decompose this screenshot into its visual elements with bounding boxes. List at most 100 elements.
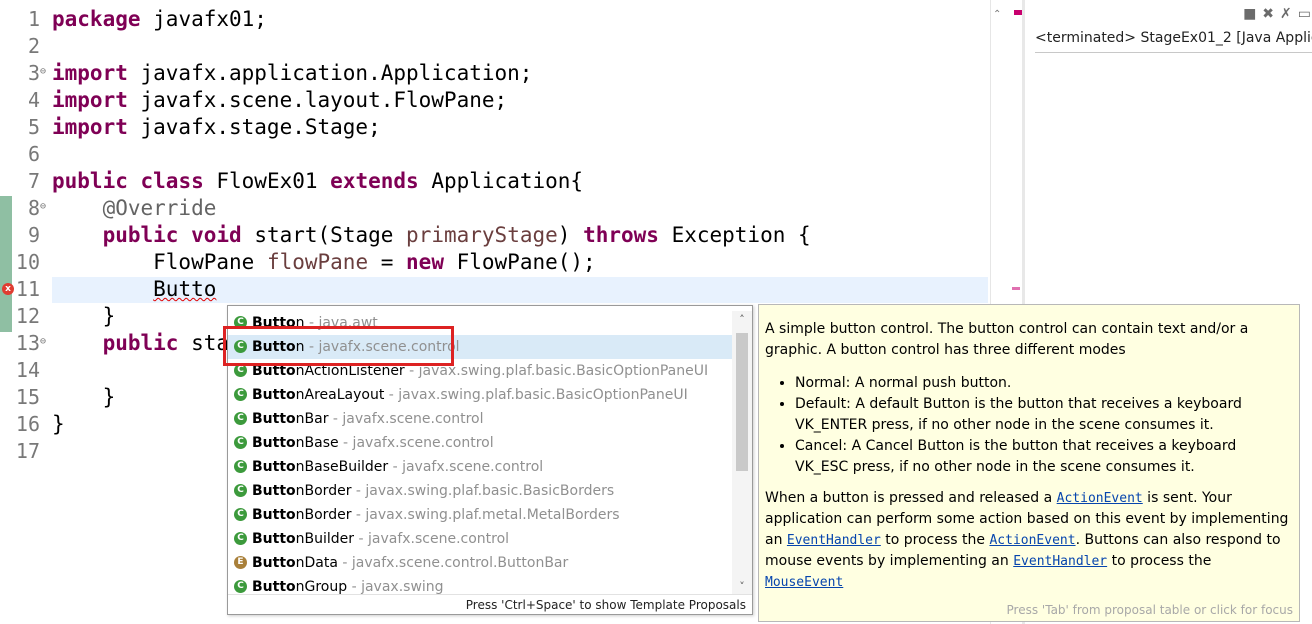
code-text[interactable]: public class FlowEx01 extends Applicatio…: [52, 168, 583, 195]
mouse-event-link[interactable]: MouseEvent: [765, 575, 843, 590]
code-line[interactable]: 4 import javafx.scene.layout.FlowPane;: [0, 87, 990, 114]
code-line[interactable]: 8 ⊖ @Override: [0, 195, 990, 222]
javadoc-hover[interactable]: A simple button control. The button cont…: [758, 304, 1300, 622]
code-token: }: [52, 304, 116, 328]
line-number: 16: [15, 412, 40, 436]
proposal-item[interactable]: C ButtonBase - javafx.scene.control: [228, 431, 732, 455]
scroll-down-arrow[interactable]: ˅: [732, 580, 752, 593]
code-token: }: [52, 385, 116, 409]
code-token: import: [52, 61, 128, 85]
code-line[interactable]: 3 ⊖ import javafx.application.Application;: [0, 60, 990, 87]
code-text[interactable]: import javafx.scene.layout.FlowPane;: [52, 87, 507, 114]
code-text[interactable]: }: [52, 384, 116, 411]
code-text[interactable]: public sta: [52, 330, 229, 357]
terminate-icon[interactable]: ■: [1243, 6, 1256, 26]
proposal-package: - javax.swing.plaf.basic.BasicOptionPane…: [384, 387, 688, 403]
proposal-item[interactable]: E ButtonData - javafx.scene.control.Butto…: [228, 551, 732, 575]
code-token: javafx.application.Application;: [127, 61, 533, 85]
code-line[interactable]: 7 public class FlowEx01 extends Applicati…: [0, 168, 990, 195]
code-token: sta: [178, 331, 230, 355]
doc-footer-hint: Press 'Tab' from proposal table or click…: [1006, 603, 1293, 617]
code-token: javafx.scene.layout.FlowPane;: [127, 88, 508, 112]
code-text[interactable]: import javafx.stage.Stage;: [52, 114, 381, 141]
code-token: void: [191, 223, 242, 247]
proposal-package: - javafx.scene.control: [328, 411, 484, 427]
code-token: Application{: [418, 169, 584, 193]
code-line[interactable]: 10 FlowPane flowPane = new FlowPane();: [0, 249, 990, 276]
doc-paragraph: When a button is pressed and released a …: [765, 488, 1291, 593]
proposal-package: - javafx.scene.control: [338, 435, 494, 451]
class-icon: C: [234, 508, 247, 521]
console-view-icon[interactable]: ▭: [1298, 6, 1311, 26]
error-line-marker[interactable]: [1012, 287, 1020, 290]
fold-toggle-icon[interactable]: ⊖: [40, 201, 46, 212]
code-text[interactable]: }: [52, 303, 116, 330]
doc-text: When a button is pressed and released a: [765, 490, 1057, 506]
error-icon[interactable]: x: [2, 283, 14, 295]
proposal-name-rest: nGroup: [295, 579, 348, 595]
action-event-link[interactable]: ActionEvent: [989, 533, 1075, 548]
class-icon: C: [234, 388, 247, 401]
proposal-match: Butto: [252, 579, 296, 595]
proposal-match: Butto: [252, 483, 296, 499]
line-number: 8: [27, 196, 40, 220]
code-text[interactable]: package javafx01;: [52, 6, 267, 33]
proposal-name-rest: nData: [295, 555, 338, 571]
proposal-item[interactable]: C ButtonBar - javafx.scene.control: [228, 407, 732, 431]
proposal-item[interactable]: C ButtonBorder - javax.swing.plaf.basic.B…: [228, 479, 732, 503]
proposal-package: - javax.swing: [347, 579, 444, 595]
proposal-item[interactable]: C ButtonAreaLayout - javax.swing.plaf.bas…: [228, 383, 732, 407]
remove-all-icon[interactable]: ✗: [1280, 6, 1292, 26]
code-token: Exception {: [658, 223, 811, 247]
proposal-item[interactable]: C ButtonBorder - javax.swing.plaf.metal.M…: [228, 503, 732, 527]
line-number: 17: [15, 439, 40, 463]
error-overview-marker[interactable]: [1014, 10, 1022, 15]
fold-toggle-icon[interactable]: ⊖: [40, 66, 46, 77]
scroll-up-arrow[interactable]: ˄: [732, 313, 752, 326]
line-number: 3: [27, 61, 40, 85]
event-handler-link[interactable]: EventHandler: [787, 533, 881, 548]
proposal-scrollbar[interactable]: ˄ ˅: [732, 311, 752, 595]
code-line[interactable]: 1 package javafx01;: [0, 6, 990, 33]
console-divider: [1035, 52, 1312, 53]
proposal-match: Butto: [252, 459, 296, 475]
code-line[interactable]: 9 public void start(Stage primaryStage) …: [0, 222, 990, 249]
code-text[interactable]: public void start(Stage primaryStage) th…: [52, 222, 811, 249]
proposal-footer: Press 'Ctrl+Space' to show Template Prop…: [228, 594, 752, 614]
proposal-package: - javafx.scene.control.ButtonBar: [337, 555, 569, 571]
code-token: javafx01;: [140, 7, 267, 31]
proposal-item[interactable]: C ButtonGroup - javax.swing: [228, 575, 732, 595]
doc-mode-list: Normal: A normal push button.Default: A …: [765, 373, 1291, 478]
event-handler-link[interactable]: EventHandler: [1013, 554, 1107, 569]
code-token: package: [52, 7, 141, 31]
class-icon: C: [234, 460, 247, 473]
scroll-up-icon[interactable]: ⌃: [993, 9, 1001, 20]
proposal-package: - javax.swing.plaf.basic.BasicBorders: [351, 483, 615, 499]
proposal-item[interactable]: C ButtonBaseBuilder - javafx.scene.contro…: [228, 455, 732, 479]
code-text[interactable]: @Override: [52, 195, 217, 222]
class-icon: C: [234, 532, 247, 545]
code-text[interactable]: FlowPane flowPane = new FlowPane();: [52, 249, 596, 276]
proposal-item[interactable]: C ButtonBuilder - javafx.scene.control: [228, 527, 732, 551]
proposal-match: Butto: [252, 411, 296, 427]
action-event-link[interactable]: ActionEvent: [1057, 491, 1143, 506]
enum-icon: E: [234, 556, 247, 569]
code-line[interactable]: 2: [0, 33, 990, 60]
fold-toggle-icon[interactable]: ⊖: [40, 336, 46, 347]
code-text[interactable]: }: [52, 411, 65, 438]
remove-launch-icon[interactable]: ✖: [1262, 6, 1274, 26]
line-number: 10: [15, 250, 40, 274]
code-text[interactable]: Butto: [52, 276, 216, 303]
class-icon: C: [234, 436, 247, 449]
code-token: public: [102, 223, 179, 247]
code-text[interactable]: import javafx.application.Application;: [52, 60, 532, 87]
line-number: 13: [15, 331, 40, 355]
code-token: Butto: [153, 277, 217, 301]
code-line[interactable]: 6: [0, 141, 990, 168]
doc-text: to process the: [880, 532, 990, 548]
code-line[interactable]: 11 Butto: [0, 276, 990, 303]
scroll-thumb[interactable]: [736, 333, 748, 471]
code-line[interactable]: 5 import javafx.stage.Stage;: [0, 114, 990, 141]
